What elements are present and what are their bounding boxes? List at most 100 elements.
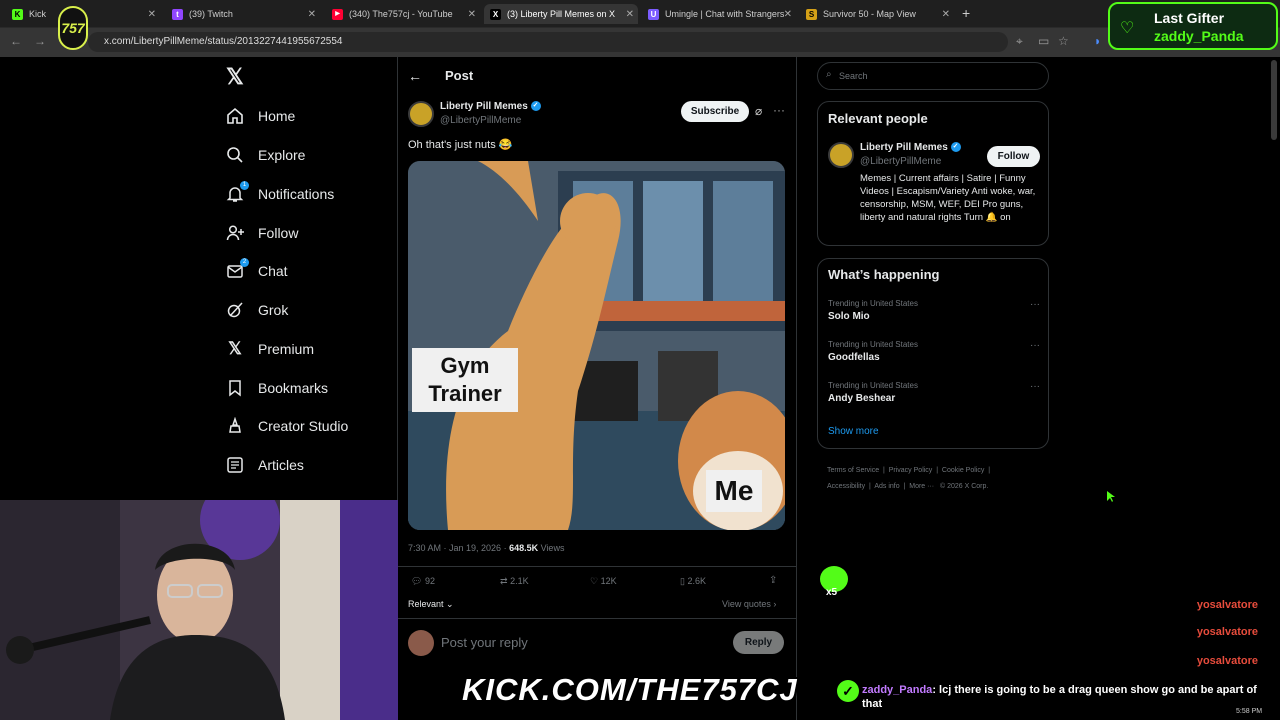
- nav-bookmarks[interactable]: Bookmarks: [226, 370, 328, 406]
- tab-x-active[interactable]: X (3) Liberty Pill Memes on X ✕: [484, 4, 638, 24]
- twitch-icon: t: [172, 8, 183, 20]
- nav-premium[interactable]: 𝕏 Premium: [226, 331, 314, 367]
- reply-action[interactable]: 💬︎ 92: [411, 576, 435, 587]
- author-name: Liberty Pill Memes: [440, 101, 528, 112]
- browser-tab-bar: K Kick ✕ t (39) Twitch ✕ ▶ (340) The757c…: [0, 0, 1280, 28]
- chat-message: zaddy_Panda: lcj there is going to be a …: [862, 683, 1277, 711]
- close-tab-icon[interactable]: ✕: [148, 9, 156, 20]
- articles-icon: [226, 456, 244, 474]
- url-field[interactable]: x.com/LibertyPillMeme/status/20132274419…: [88, 32, 1008, 52]
- repost-action[interactable]: ⇄ 2.1K: [500, 576, 529, 587]
- tab-title: (3) Liberty Pill Memes on X: [507, 9, 616, 19]
- back-arrow-icon[interactable]: ←: [408, 68, 422, 84]
- trend-item[interactable]: Trending in United States Solo Mio ···: [828, 299, 1040, 322]
- author-handle[interactable]: @LibertyPillMeme: [440, 115, 521, 126]
- verified-check-icon: ✓: [837, 680, 859, 702]
- bookmark-action[interactable]: ▯ 2.6K: [680, 576, 706, 587]
- footer-link[interactable]: Accessibility: [827, 483, 865, 490]
- whats-happening-card: What’s happening Trending in United Stat…: [817, 258, 1049, 449]
- footer-link[interactable]: Cookie Policy: [942, 467, 984, 474]
- nav-label: Follow: [258, 225, 299, 241]
- x-logo-icon[interactable]: 𝕏: [226, 64, 244, 90]
- scrollbar-thumb[interactable]: [1271, 60, 1277, 140]
- reply-button[interactable]: Reply: [733, 631, 784, 654]
- divider: [398, 566, 796, 567]
- trend-item[interactable]: Trending in United States Andy Beshear ·…: [828, 381, 1040, 404]
- post-image[interactable]: Gym Trainer Me: [408, 161, 785, 530]
- star-icon[interactable]: ☆: [1058, 34, 1069, 48]
- tab-title: Umingle | Chat with Strangers: [665, 9, 785, 19]
- nav-follow[interactable]: Follow: [226, 215, 298, 251]
- view-quotes-link[interactable]: View quotes ›: [722, 599, 776, 609]
- tab-youtube[interactable]: ▶ (340) The757cj - YouTube ✕: [326, 4, 480, 24]
- search-icon: [226, 146, 244, 164]
- last-gifter-name: zaddy_Panda: [1154, 28, 1244, 44]
- search-icon: ⌕: [826, 69, 832, 80]
- footer-link[interactable]: More ···: [909, 483, 934, 490]
- more-options-icon[interactable]: ···: [1030, 299, 1040, 310]
- nav-label: Bookmarks: [258, 380, 329, 396]
- like-action[interactable]: ♡ 12K: [590, 576, 617, 587]
- nav-notifications[interactable]: 1 Notifications: [226, 176, 334, 212]
- bell-icon: 1: [226, 181, 249, 203]
- more-options-icon[interactable]: ···: [773, 103, 785, 117]
- person-handle[interactable]: @LibertyPillMeme: [860, 156, 941, 167]
- nav-articles[interactable]: Articles: [226, 447, 304, 483]
- footer-link[interactable]: Ads info: [874, 483, 899, 490]
- nav-explore[interactable]: Explore: [226, 137, 305, 173]
- show-more-link[interactable]: Show more: [828, 426, 879, 437]
- extension-icon[interactable]: ◗: [1094, 34, 1101, 48]
- relevant-sort-dropdown[interactable]: Relevant ⌄: [408, 599, 454, 610]
- cast-icon[interactable]: ▭: [1038, 34, 1049, 48]
- nav-label: Premium: [258, 341, 315, 357]
- back-icon[interactable]: ←: [10, 34, 22, 48]
- webcam-illustration: [0, 500, 398, 720]
- post-text: Oh that's just nuts 😂: [408, 139, 513, 151]
- more-options-icon[interactable]: ···: [1030, 340, 1040, 351]
- close-tab-icon[interactable]: ✕: [784, 9, 792, 20]
- nav-creator-studio[interactable]: Creator Studio: [226, 408, 348, 444]
- footer-link[interactable]: Privacy Policy: [889, 467, 933, 474]
- chat-message-user: zaddy_Panda: [862, 684, 933, 696]
- footer-link[interactable]: Terms of Service: [827, 467, 879, 474]
- nav-home[interactable]: Home: [226, 98, 295, 134]
- more-options-icon[interactable]: ···: [1030, 381, 1040, 392]
- url-text: x.com/LibertyPillMeme/status/20132274419…: [104, 36, 343, 47]
- chat-username: yosalvatore: [1196, 599, 1258, 611]
- mouse-cursor-icon: [1107, 491, 1115, 502]
- bookmarks-count: 2.6K: [687, 576, 706, 586]
- grok-icon: [226, 301, 244, 319]
- close-tab-icon[interactable]: ✕: [468, 9, 476, 20]
- tab-survivor[interactable]: S Survivor 50 - Map View ✕: [800, 4, 954, 24]
- chat-badge: 2: [240, 258, 249, 267]
- tab-twitch[interactable]: t (39) Twitch ✕: [166, 4, 320, 24]
- nav-grok[interactable]: Grok: [226, 292, 288, 328]
- bookmark-icon: [226, 379, 244, 397]
- location-icon[interactable]: ⌖: [1016, 34, 1023, 49]
- new-tab-icon[interactable]: +: [962, 5, 970, 21]
- person-avatar[interactable]: [828, 142, 854, 168]
- author-name-row[interactable]: Liberty Pill Memes ✓: [440, 101, 541, 112]
- column-divider: [796, 57, 797, 720]
- nav-chat[interactable]: 2 Chat: [226, 253, 288, 289]
- forward-icon[interactable]: →: [34, 34, 46, 48]
- author-avatar[interactable]: [408, 101, 434, 127]
- search-box[interactable]: ⌕ Search: [817, 62, 1049, 90]
- follow-button[interactable]: Follow: [987, 146, 1040, 167]
- notification-badge: 1: [240, 181, 249, 190]
- close-tab-icon[interactable]: ✕: [308, 9, 316, 20]
- reply-input[interactable]: Post your reply: [441, 635, 701, 650]
- relevant-people-title: Relevant people: [828, 111, 928, 126]
- trend-context: Trending in United States: [828, 381, 918, 390]
- trend-item[interactable]: Trending in United States Goodfellas ···: [828, 340, 1040, 363]
- person-name: Liberty Pill Memes: [860, 142, 948, 153]
- close-tab-icon[interactable]: ✕: [942, 9, 950, 20]
- tab-umingle[interactable]: U Umingle | Chat with Strangers ✕: [642, 4, 796, 24]
- home-icon: [226, 107, 244, 125]
- close-tab-icon[interactable]: ✕: [626, 9, 634, 20]
- person-name-row[interactable]: Liberty Pill Memes ✓: [860, 142, 961, 153]
- nav-label: Chat: [258, 263, 288, 279]
- subscribe-button[interactable]: Subscribe: [681, 101, 749, 122]
- share-icon[interactable]: ⇪: [769, 575, 777, 586]
- grok-icon[interactable]: ⌀: [755, 104, 762, 118]
